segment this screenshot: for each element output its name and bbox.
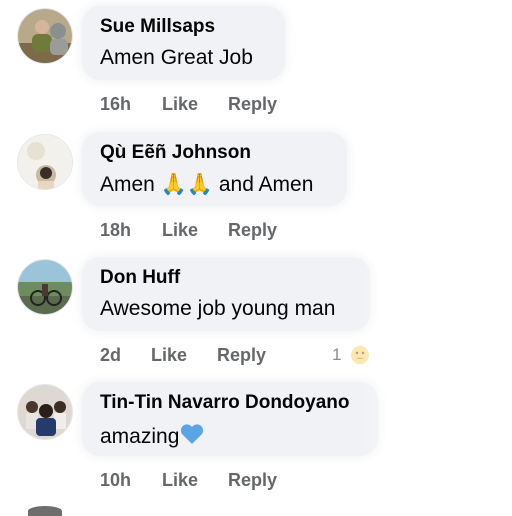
reply-button[interactable]: Reply	[228, 470, 277, 491]
comment-item: Don Huff Awesome job young man 2d Like R…	[0, 257, 512, 382]
comment-bubble: Sue Millsaps Amen Great Job	[82, 6, 285, 80]
comment-text: Awesome job young man	[100, 297, 336, 320]
avatar[interactable]	[17, 134, 73, 190]
blue-heart-icon	[179, 422, 205, 452]
avatar[interactable]	[17, 384, 73, 440]
comment-bubble: Tin-Tin Navarro Dondoyano amazing	[82, 382, 378, 456]
comment-bubble: Qù Eẽñ Johnson Amen 🙏🙏 and Amen	[82, 132, 347, 206]
comment-item: Qù Eẽñ Johnson Amen 🙏🙏 and Amen 18h Like…	[0, 132, 512, 257]
care-reaction-icon[interactable]	[350, 345, 370, 370]
avatar[interactable]	[17, 259, 73, 315]
reply-button[interactable]: Reply	[228, 220, 277, 241]
next-comment-avatar	[28, 506, 62, 516]
comment-author[interactable]: Qù Eẽñ Johnson	[100, 142, 251, 164]
comment-timestamp[interactable]: 2d	[100, 345, 121, 366]
reply-button[interactable]: Reply	[228, 94, 277, 115]
comment-timestamp[interactable]: 10h	[100, 470, 131, 491]
reply-button[interactable]: Reply	[217, 345, 266, 366]
comment-list: Sue Millsaps Amen Great Job 16h Like Rep…	[0, 0, 512, 516]
comment-text: Amen 🙏🙏 and Amen	[100, 172, 313, 197]
comment-text-part: Amen	[100, 173, 161, 196]
comment-item: Tin-Tin Navarro Dondoyano amazing 10h Li…	[0, 382, 512, 507]
reaction-count[interactable]: 1	[332, 345, 341, 365]
comment-author[interactable]: Tin-Tin Navarro Dondoyano	[100, 392, 350, 414]
comment-author[interactable]: Sue Millsaps	[100, 16, 215, 38]
comment-timestamp[interactable]: 16h	[100, 94, 131, 115]
comment-text: amazing	[100, 422, 205, 452]
comment-author[interactable]: Don Huff	[100, 267, 180, 289]
comment-text: Amen Great Job	[100, 46, 253, 69]
comment-item: Sue Millsaps Amen Great Job 16h Like Rep…	[0, 6, 512, 131]
comment-bubble: Don Huff Awesome job young man	[82, 257, 370, 331]
like-button[interactable]: Like	[162, 220, 198, 241]
praying-hands-emoji: 🙏🙏	[160, 172, 213, 196]
comment-text-part: and Amen	[213, 173, 314, 196]
like-button[interactable]: Like	[162, 94, 198, 115]
comment-timestamp[interactable]: 18h	[100, 220, 131, 241]
comment-text-part: amazing	[100, 425, 180, 448]
avatar[interactable]	[17, 8, 73, 64]
like-button[interactable]: Like	[162, 470, 198, 491]
like-button[interactable]: Like	[151, 345, 187, 366]
